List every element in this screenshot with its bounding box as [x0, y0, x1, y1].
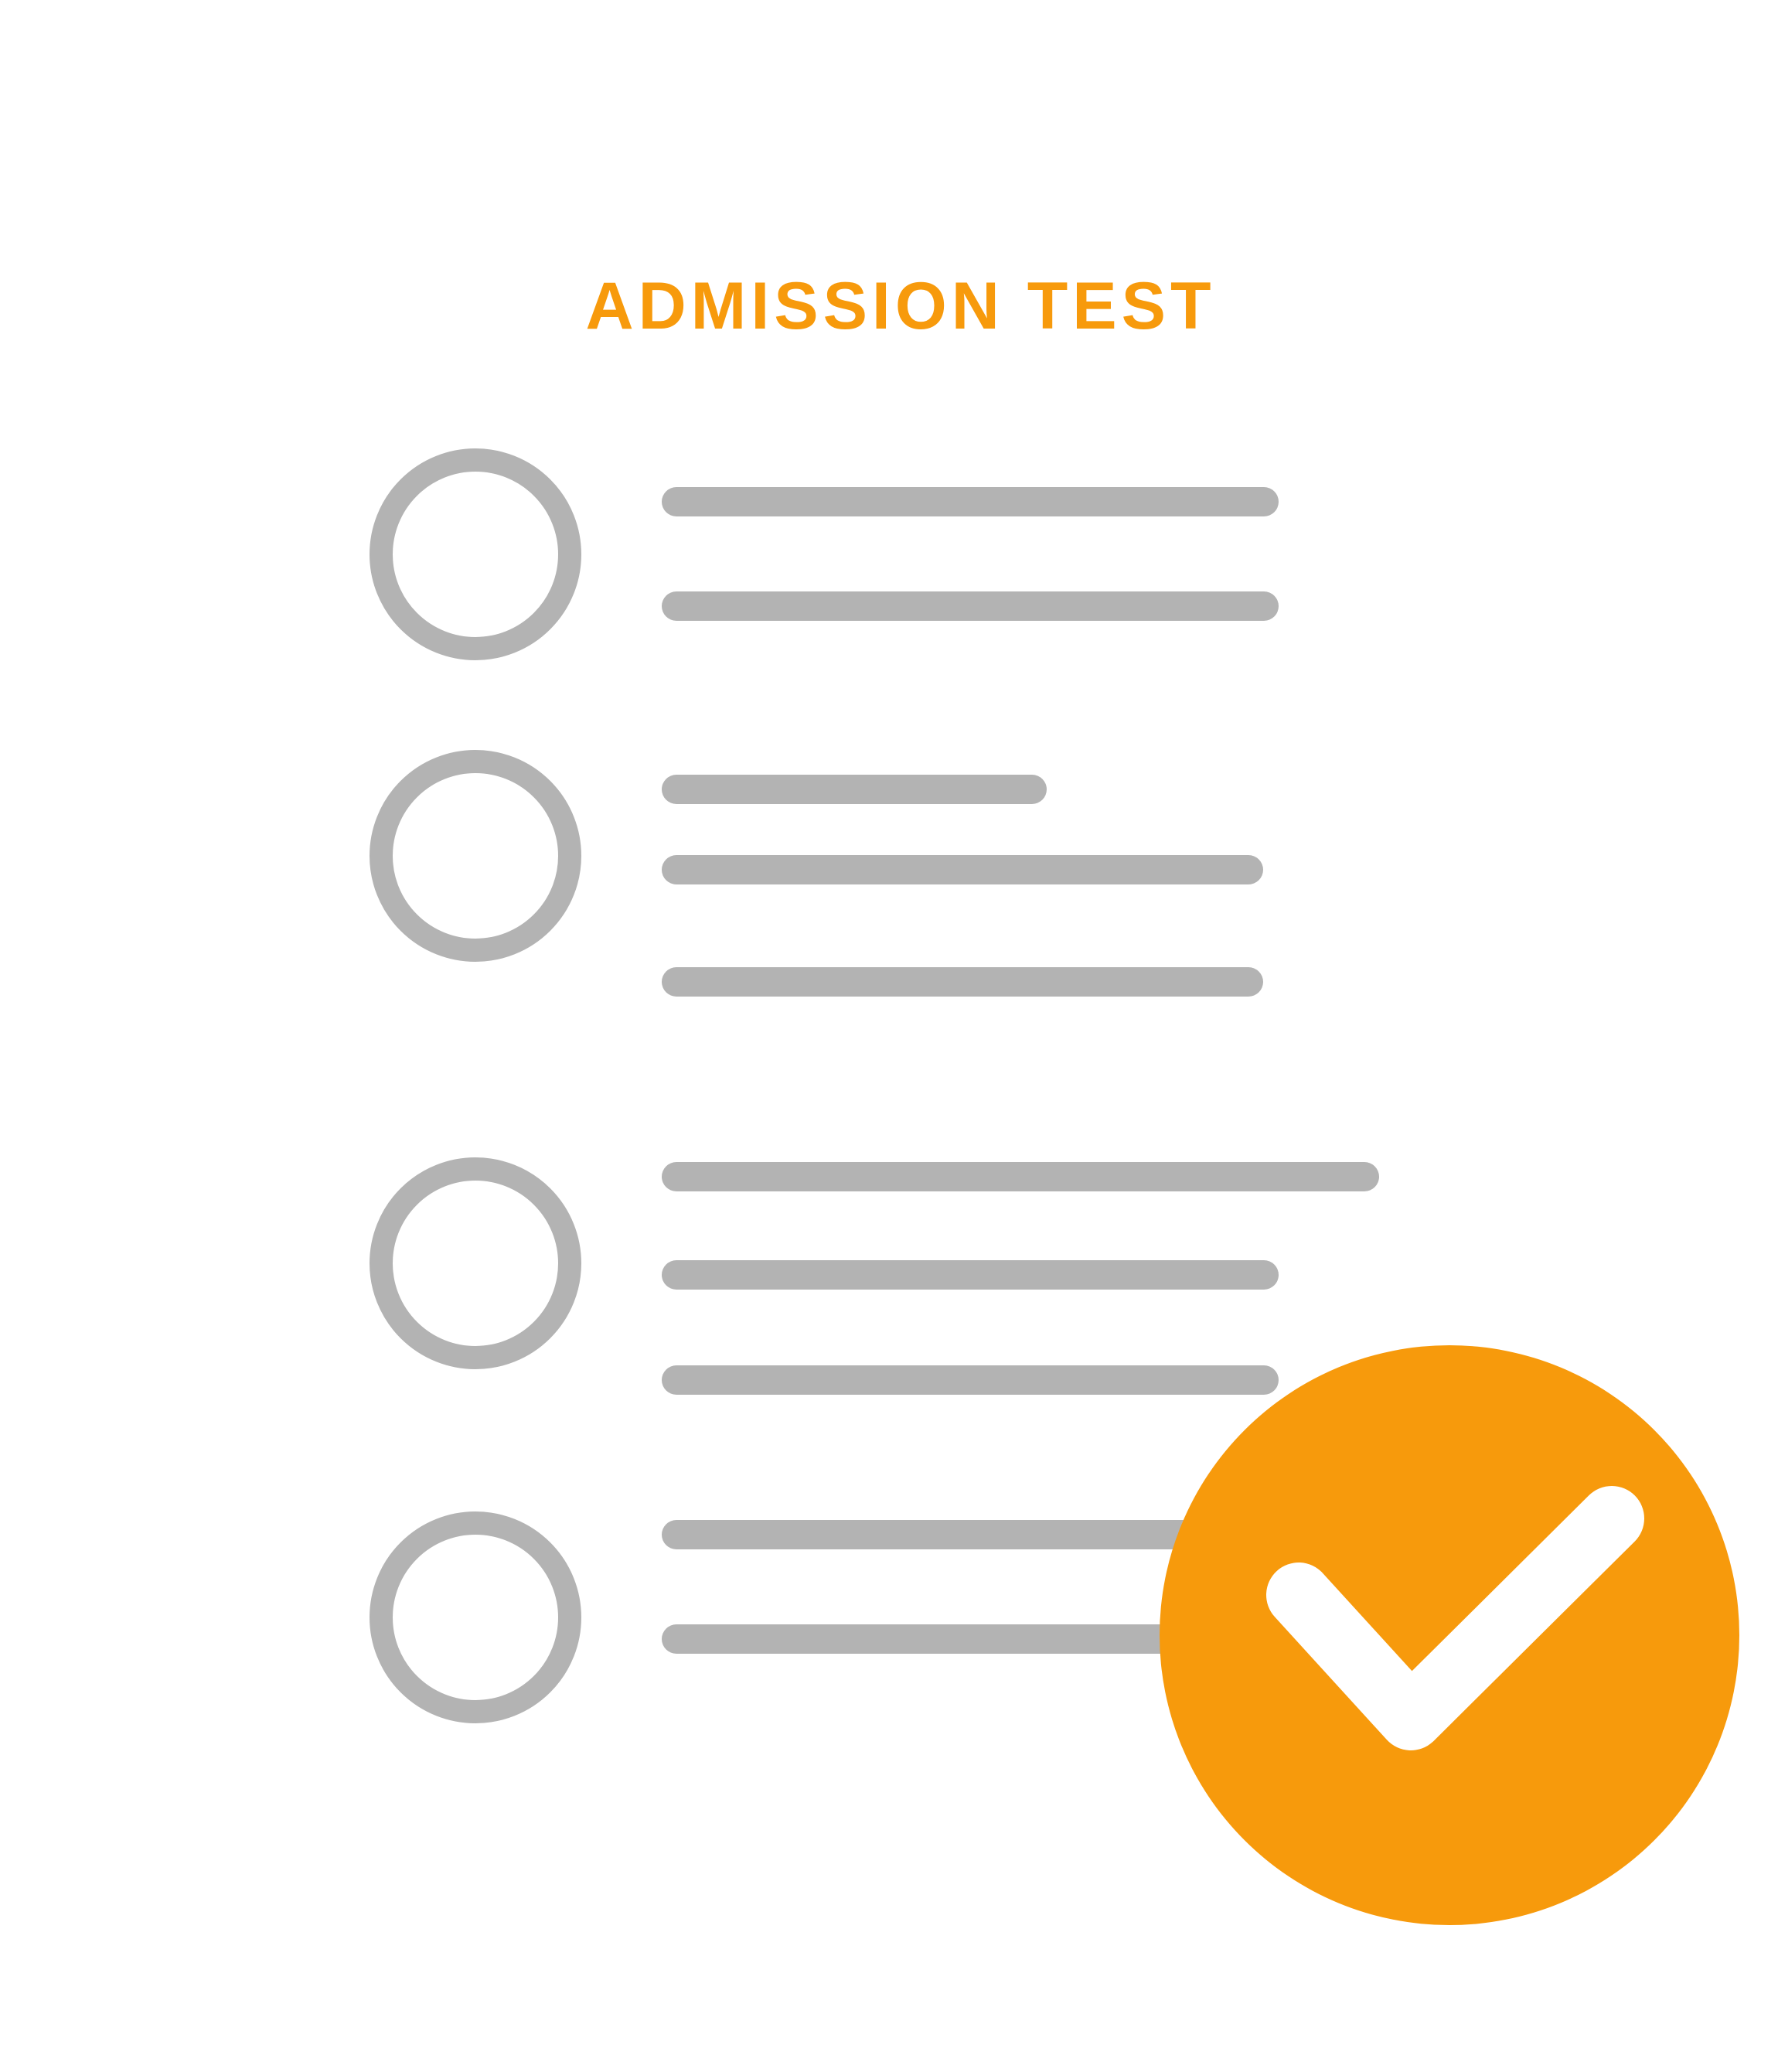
page-title: ADMISSION TEST	[585, 269, 1215, 343]
status-badge	[1160, 1345, 1739, 1925]
admission-test-illustration: ADMISSION TEST	[247, 91, 1739, 1925]
